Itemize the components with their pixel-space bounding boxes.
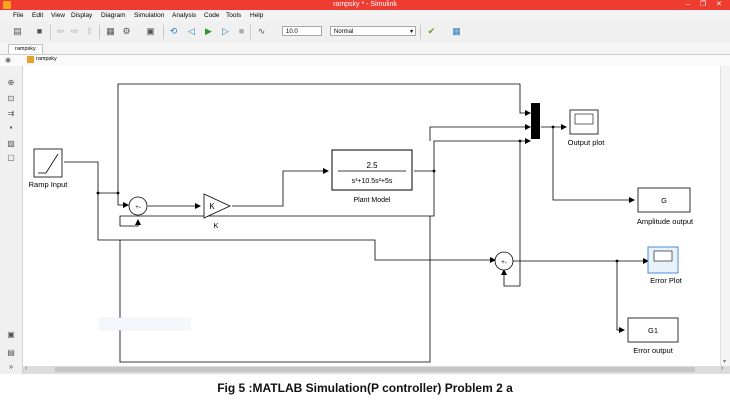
menu-analysis[interactable]: Analysis xyxy=(172,10,196,21)
ramp-label: Ramp Input xyxy=(29,180,69,189)
new-model-icon[interactable]: ▤ xyxy=(12,26,23,37)
model-icon xyxy=(27,56,34,63)
scope-icon[interactable]: ∿ xyxy=(256,26,267,37)
step-forward-icon[interactable]: ▷ xyxy=(220,26,231,37)
scroll-down-icon[interactable]: ▾ xyxy=(723,358,726,365)
menu-help[interactable]: Help xyxy=(250,10,263,21)
left-palette: ⊕ ⊡ ⇉ ▪ ▨ ▢ ▣ ▤ » xyxy=(0,66,23,374)
menu-edit[interactable]: Edit xyxy=(32,10,43,21)
window-title: rampsky * - Simulink xyxy=(333,1,397,8)
block-diagram: Ramp Input +- K K 2.5 s³+10.5s²+5s Plant… xyxy=(29,83,694,363)
amplitude-display-value: G xyxy=(661,196,667,205)
scroll-left-icon[interactable]: ‹ xyxy=(25,365,27,372)
zoom-icon[interactable]: ⊕ xyxy=(6,78,16,87)
scope-icon xyxy=(574,113,594,125)
maximize-icon[interactable]: ❐ xyxy=(700,0,706,10)
hide-browser-icon[interactable]: ◉ xyxy=(5,56,11,64)
model-explorer-icon[interactable]: ▣ xyxy=(145,26,156,37)
vertical-scrollbar[interactable]: ▾ xyxy=(720,66,730,366)
up-icon[interactable]: ⇧ xyxy=(84,26,95,37)
explorer-icon[interactable]: ▤ xyxy=(6,348,16,357)
output-scope-label: Output plot xyxy=(568,138,606,147)
model-advisor-icon[interactable]: ✔ xyxy=(426,26,437,37)
expand-icon[interactable]: » xyxy=(6,362,16,371)
build-icon[interactable]: ▦ xyxy=(451,26,462,37)
simulation-mode-value: Normal xyxy=(334,29,354,35)
save-icon[interactable]: ■ xyxy=(34,26,45,37)
tab-rampsky[interactable]: rampsky xyxy=(8,44,43,54)
faint-overlay xyxy=(99,317,191,331)
gain-symbol: K xyxy=(209,202,215,211)
menu-simulation[interactable]: Simulation xyxy=(134,10,164,21)
scroll-thumb[interactable] xyxy=(55,367,695,372)
menu-bar: File Edit View Display Diagram Simulatio… xyxy=(0,10,730,21)
menu-diagram[interactable]: Diagram xyxy=(101,10,126,21)
breadcrumb[interactable]: rampsky xyxy=(36,56,57,62)
gain-block[interactable] xyxy=(203,193,231,219)
scope-icon xyxy=(653,250,673,262)
sum2-signs: +- xyxy=(501,260,507,266)
mux-block[interactable] xyxy=(531,103,540,139)
arrow-icon[interactable]: ⇉ xyxy=(6,109,16,118)
sum1-signs: +- xyxy=(135,205,141,211)
screenshot-icon[interactable]: ▣ xyxy=(6,330,16,339)
title-bar: rampsky * - Simulink – ❐ ✕ xyxy=(0,0,730,10)
step-back-icon[interactable]: ⟲ xyxy=(168,26,179,37)
error-scope-label: Error Plot xyxy=(650,276,683,285)
gain-label: K xyxy=(213,221,218,230)
plant-numerator: 2.5 xyxy=(366,161,378,170)
toolbar: ▤ ■ ⇦ ⇨ ⇧ ▦ ⚙ ▣ ⟲ ◁ ▶ ▷ ■ ∿ 10.0 Normal … xyxy=(0,21,730,44)
area-icon[interactable]: ▢ xyxy=(6,153,16,162)
fit-view-icon[interactable]: ⊡ xyxy=(6,94,16,103)
model-settings-icon[interactable]: ⚙ xyxy=(121,26,132,37)
step-back-small-icon[interactable]: ◁ xyxy=(186,26,197,37)
error-display-value: G1 xyxy=(648,326,658,335)
plant-denominator: s³+10.5s²+5s xyxy=(352,178,393,185)
scroll-right-icon[interactable]: › xyxy=(721,365,723,372)
figure-caption: Fig 5 :MATLAB Simulation(P controller) P… xyxy=(217,381,513,395)
minimize-icon[interactable]: – xyxy=(686,0,690,10)
amplitude-display-label: Amplitude output xyxy=(637,217,694,226)
annotation-icon[interactable]: ▪ xyxy=(6,123,16,132)
back-icon[interactable]: ⇦ xyxy=(55,26,66,37)
menu-tools[interactable]: Tools xyxy=(226,10,241,21)
run-icon[interactable]: ▶ xyxy=(203,26,214,37)
diagram-canvas[interactable]: Ramp Input +- K K 2.5 s³+10.5s²+5s Plant… xyxy=(23,66,720,366)
menu-code[interactable]: Code xyxy=(204,10,220,21)
horizontal-scrollbar[interactable]: ‹ › xyxy=(23,365,730,374)
library-browser-icon[interactable]: ▦ xyxy=(105,26,116,37)
stop-time-input[interactable]: 10.0 xyxy=(282,26,322,36)
image-icon[interactable]: ▨ xyxy=(6,139,16,148)
simulation-mode-select[interactable]: Normal ▾ xyxy=(330,26,416,36)
forward-icon[interactable]: ⇨ xyxy=(69,26,80,37)
plant-label: Plant Model xyxy=(354,197,391,204)
tab-strip xyxy=(0,43,730,55)
close-icon[interactable]: ✕ xyxy=(716,0,722,10)
error-display-label: Error output xyxy=(633,346,674,355)
stop-icon[interactable]: ■ xyxy=(236,26,247,37)
chevron-down-icon: ▾ xyxy=(409,29,413,35)
menu-display[interactable]: Display xyxy=(71,10,92,21)
menu-view[interactable]: View xyxy=(51,10,65,21)
menu-file[interactable]: File xyxy=(13,10,23,21)
